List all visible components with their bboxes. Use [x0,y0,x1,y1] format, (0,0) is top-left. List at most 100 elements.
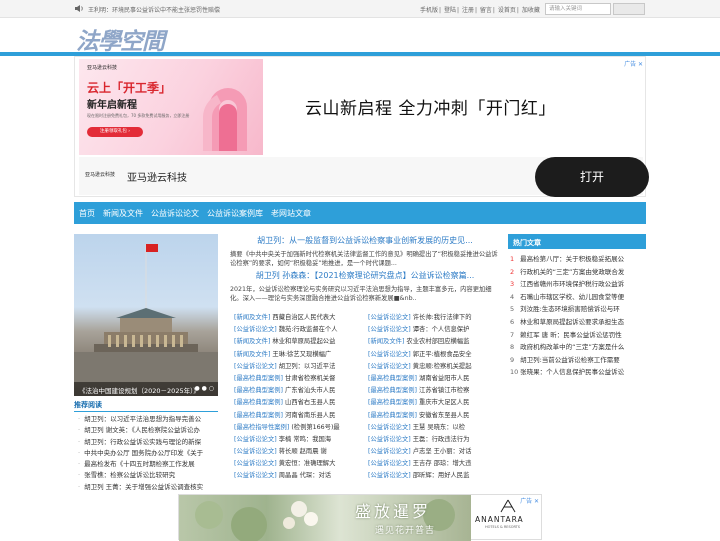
list-item[interactable]: 8 政府机构改革中的“三定”方案是什么 [510,341,646,354]
article-link[interactable]: [公益诉讼论文] 黄忠顺:检察机关提起 [368,361,496,373]
article-category[interactable]: [最高检典型案例] [368,375,417,382]
site-logo[interactable]: 法學空間 [76,22,165,56]
article-category[interactable]: [公益诉讼论文] [234,326,277,333]
article-category[interactable]: [公益诉讼论文] [368,363,411,370]
article-category[interactable]: [最高检典型案例] [234,412,283,419]
list-item[interactable]: 张雪樵：检察公益诉讼比较研究 [78,470,218,481]
article-link[interactable]: [新闻及文件] 农业农村部回应横幅监 [368,336,496,348]
list-item[interactable]: 1 最高检第八厅：关于积极稳妥拓展公 [510,253,646,266]
message-link[interactable]: 留言 [480,7,492,14]
article-title[interactable]: 西藏自治区人民代表大 [272,314,335,321]
set-homepage-link[interactable]: 设首页 [498,7,516,14]
article-title[interactable]: 谭杏：个人信息保护 [413,326,470,333]
article-title[interactable]: 郭正平:植根食品安全 [413,351,472,358]
list-item[interactable]: 胡卫列：行政公益诉讼实践与理论的新探 [78,437,218,448]
list-item[interactable]: 最高检发布《十四五时期检察工作发展 [78,459,218,470]
search-input[interactable]: 请输入关键词 [545,3,611,15]
list-item[interactable]: 胡卫列：以习近平法治思想为指导完善公 [78,414,218,425]
article-category[interactable]: [最高检典型案例] [368,412,417,419]
article-link[interactable]: [最高检典型案例] 安徽省东至县人民 [368,410,496,422]
article-title[interactable]: (检例第166号)最 [291,424,339,431]
register-link[interactable]: 注册 [462,7,474,14]
list-item[interactable]: 3 江西省赣州市环境保护税行政公益诉 [510,278,646,291]
slideshow-dots[interactable]: ● ● ○ [194,385,214,392]
article-category[interactable]: [最高检典型案例] [234,399,283,406]
ad-bottom-image[interactable]: 盛放暹罗 遇见花开普吉 [179,495,471,541]
article-link[interactable]: [公益诉讼论文] 许长帅:我行法律下的 [368,312,496,324]
ad-open-button[interactable]: 打开 [535,157,649,197]
announcement-text[interactable]: 王利明：环境民事公益诉讼中不能主张惩罚性赔偿 [88,5,238,14]
article-title[interactable]: 林业和草原局提起公益 [272,338,335,345]
article-category[interactable]: [公益诉讼论文] [234,436,277,443]
article-title[interactable]: 王吉存 邵琼：增大违 [413,460,472,467]
article-category[interactable]: [最高检典型案例] [234,387,283,394]
mobile-link[interactable]: 手机版 [420,7,438,14]
article-title[interactable]: 胡卫列：以习近平法 [279,363,336,370]
article-title[interactable]: 李楠 常鸣：我国海 [279,436,331,443]
article-title[interactable]: 安徽省东至县人民 [419,412,469,419]
ad-image[interactable]: 亚马逊云科技 云上「开工季」 新年启新程 现在限时注册免费礼包，70 多款免费试… [79,59,263,155]
article-link[interactable]: [公益诉讼论文] 王吉存 邵琼：增大违 [368,458,496,470]
article-link[interactable]: [公益诉讼论文] 王慧 吴晓东：以检 [368,422,496,434]
article-link[interactable]: [公益诉讼论文] 蒋长顺 赵雨晨 谢 [234,446,362,458]
list-item[interactable]: 9 胡卫列:当前公益诉讼检察工作需要 [510,354,646,367]
article-link[interactable]: [公益诉讼论文] 邵昕辉：用好人民监 [368,470,496,482]
list-item[interactable]: 2 行政机关的“三定”方案由党政联合发 [510,266,646,279]
article-title[interactable]: 卢志坚 王小丽：对话 [413,448,472,455]
list-item[interactable]: 胡卫列 王菁：关于增强公益诉讼调查核实 [78,482,218,493]
headline-2[interactable]: 胡卫列 孙森森：【2021检察理论研究盘点】公益诉讼检察篇... [230,270,500,281]
article-link[interactable]: [公益诉讼论文] 卢志坚 王小丽：对话 [368,446,496,458]
bookmark-link[interactable]: 加收藏 [522,7,540,14]
nav-old-site[interactable]: 老网站文章 [271,208,311,219]
article-link[interactable]: [最高检典型案例] 河南省南乐县人民 [234,410,362,422]
article-category[interactable]: [最高检典型案例] [368,399,417,406]
article-title[interactable]: 河南省南乐县人民 [285,412,335,419]
article-title[interactable]: 重庆市大足区人民 [419,399,469,406]
list-item[interactable]: 5 刘汝胜:生态环境损害赔偿诉讼与环 [510,303,646,316]
article-category[interactable]: [公益诉讼论文] [368,472,411,479]
article-link[interactable]: [公益诉讼论文] 周晶晶 代琛：对话 [234,470,362,482]
ad-bottom-brand[interactable]: ANANTARA [475,515,524,524]
article-link[interactable]: [新闻及文件] 林业和草原局提起公益 [234,336,362,348]
article-link[interactable]: [新闻及文件] 王琳:徐艺又现横幅广 [234,349,362,361]
nav-news[interactable]: 新闻及文件 [103,208,143,219]
list-item[interactable]: 4 石嘴山市辖区学校、幼儿园食堂等便 [510,291,646,304]
hot-article-title[interactable]: 最高检第八厅：关于积极稳妥拓展公 [520,255,624,263]
search-button[interactable] [613,3,645,15]
article-category[interactable]: [公益诉讼论文] [368,326,411,333]
article-link[interactable]: [公益诉讼论文] 胡卫列：以习近平法 [234,361,362,373]
article-title[interactable]: 山西省右玉县人民 [285,399,335,406]
list-item[interactable]: 中共中央办公厅 国务院办公厅印发《关于 [78,448,218,459]
hot-article-title[interactable]: 刘汝胜:生态环境损害赔偿诉讼与环 [520,305,620,313]
article-link[interactable]: [最高检典型案例] 重庆市大足区人民 [368,397,496,409]
list-item[interactable]: 6 林业和草原局提起诉讼要求承担生态 [510,316,646,329]
ad-bottom-close-icon[interactable]: 广告 ✕ [520,496,539,505]
article-category[interactable]: [公益诉讼论文] [368,436,411,443]
article-title[interactable]: 江苏省镇江市检察 [419,387,469,394]
list-item[interactable]: 7 赖红军 唐 昕：民事公益诉讼惩罚性 [510,329,646,342]
article-title[interactable]: 湖南省益阳市人民 [419,375,469,382]
article-link[interactable]: [最高检典型案例] 山西省右玉县人民 [234,397,362,409]
hot-article-title[interactable]: 赖红军 唐 昕：民事公益诉讼惩罚性 [520,331,622,339]
top-advertisement[interactable]: 广告 ✕ 亚马逊云科技 云上「开工季」 新年启新程 现在限时注册免费礼包，70 … [74,56,649,197]
article-link[interactable]: [公益诉讼论文] 李楠 常鸣：我国海 [234,434,362,446]
hot-article-title[interactable]: 行政机关的“三定”方案由党政联合发 [520,268,624,276]
article-category[interactable]: [公益诉讼论文] [234,460,277,467]
article-link[interactable]: [最高检典型案例] 江苏省镇江市检察 [368,385,496,397]
article-category[interactable]: [新闻及文件] [234,314,270,321]
article-title[interactable]: 王磊：行政违法行为 [413,436,470,443]
list-item[interactable]: 10 张晓果：个人信息保护民事公益诉讼 [510,366,646,379]
article-title[interactable]: 黄忠顺:检察机关提起 [413,363,472,370]
article-category[interactable]: [最高检典型案例] [368,387,417,394]
nav-papers[interactable]: 公益诉讼论文 [151,208,199,219]
article-category[interactable]: [公益诉讼论文] [368,351,411,358]
nav-cases[interactable]: 公益诉讼案例库 [207,208,263,219]
article-title[interactable]: 许长帅:我行法律下的 [413,314,472,321]
article-title[interactable]: 甘肃省检察机关督 [285,375,335,382]
hot-article-title[interactable]: 胡卫列:当前公益诉讼检察工作需要 [520,356,620,364]
article-link[interactable]: [最高检指导性案例] (检例第166号)最 [234,422,362,434]
ad-brand-name[interactable]: 亚马逊云科技 [127,169,187,184]
article-link[interactable]: [公益诉讼论文] 谭杏：个人信息保护 [368,324,496,336]
article-category[interactable]: [公益诉讼论文] [234,363,277,370]
login-link[interactable]: 登陆 [444,7,456,14]
